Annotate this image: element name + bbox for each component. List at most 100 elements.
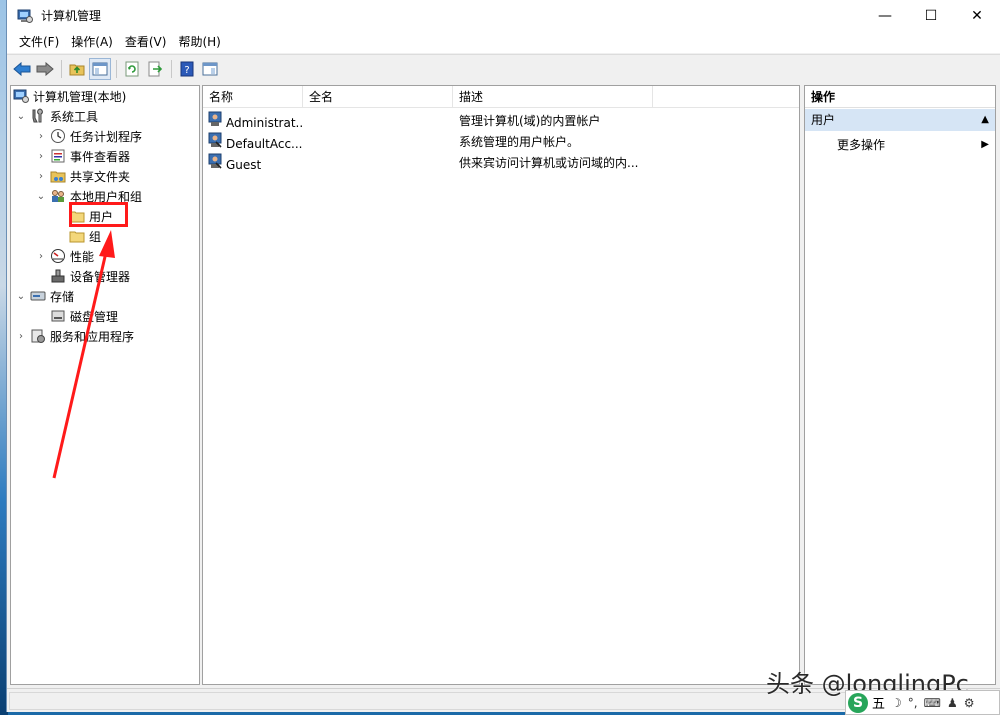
refresh-icon [125, 61, 139, 76]
ime-moon-icon[interactable]: ☽ [891, 696, 902, 710]
svg-text:?: ? [184, 65, 189, 76]
description-cell: 供来宾访问计算机或访问域的内... [459, 155, 639, 170]
shared-folder-icon [50, 168, 66, 184]
chevron-right-icon[interactable]: › [35, 250, 47, 262]
user-list: 名称 全名 描述 Administrat... 管理计算机(域)的内置帐户 De… [202, 85, 800, 685]
tree-item-disk-management[interactable]: 磁盘管理 [50, 306, 118, 326]
chevron-down-icon[interactable]: ⌄ [35, 190, 47, 202]
storage-icon [30, 288, 46, 304]
tree-item-system-tools[interactable]: ⌄ 系统工具 [15, 106, 98, 126]
computer-management-icon [13, 88, 29, 104]
disk-icon [50, 308, 66, 324]
action-pane-icon [202, 62, 218, 75]
help-icon: ? [180, 61, 194, 76]
chevron-right-icon[interactable]: › [35, 150, 47, 162]
ime-keyboard-icon[interactable]: ⌨ [924, 696, 941, 710]
ime-settings-icon[interactable]: ⚙ [964, 696, 975, 710]
chevron-right-icon[interactable]: › [15, 330, 27, 342]
menu-view[interactable]: 查看(V) [119, 31, 173, 53]
tree-item-performance[interactable]: › 性能 [35, 246, 94, 266]
tree-label: 共享文件夹 [70, 169, 131, 184]
folder-icon [69, 208, 85, 224]
tree-item-users[interactable]: 用户 [69, 206, 113, 226]
list-header: 名称 全名 描述 [203, 86, 799, 108]
maximize-button[interactable]: ☐ [908, 0, 954, 31]
minimize-button[interactable]: — [862, 0, 908, 31]
column-description[interactable]: 描述 [453, 86, 653, 108]
window-controls: — ☐ ✕ [862, 0, 1000, 31]
toolbar-separator [171, 59, 172, 78]
table-row[interactable]: Guest 供来宾访问计算机或访问域的内... [203, 152, 799, 172]
ime-logo-icon[interactable]: S [848, 692, 868, 713]
tree-label: 计算机管理(本地) [33, 89, 127, 104]
user-name-cell: Guest [203, 153, 303, 172]
forward-arrow-icon [36, 61, 54, 76]
tree-item-storage[interactable]: ⌄ 存储 [15, 286, 74, 306]
tree-item-computer-management[interactable]: 计算机管理(本地) [13, 86, 126, 106]
tree-label: 服务和应用程序 [50, 329, 135, 344]
user-icon [207, 153, 223, 169]
tree-item-shared-folders[interactable]: › 共享文件夹 [35, 166, 130, 186]
ime-user-icon[interactable]: ♟ [947, 696, 958, 710]
users-group-icon [50, 188, 66, 204]
services-icon [30, 328, 46, 344]
menu-action[interactable]: 操作(A) [65, 31, 119, 53]
close-button[interactable]: ✕ [954, 0, 1000, 31]
chevron-right-icon[interactable]: › [35, 130, 47, 142]
tree-label: 事件查看器 [70, 149, 131, 164]
event-viewer-icon [50, 148, 66, 164]
forward-button[interactable] [34, 58, 56, 80]
user-name-cell: Administrat... [203, 111, 303, 130]
column-full-name[interactable]: 全名 [303, 86, 453, 108]
tree-label: 系统工具 [50, 109, 99, 124]
more-actions-item[interactable]: 更多操作 ▶ [805, 134, 995, 156]
back-button[interactable] [11, 58, 33, 80]
ime-toolbar[interactable]: S 五 ☽ °, ⌨ ♟ ⚙ [845, 690, 1000, 715]
tree-item-device-manager[interactable]: 设备管理器 [50, 266, 130, 286]
action-pane-title: 操作 [805, 86, 995, 108]
help-button[interactable]: ? [176, 58, 198, 80]
computer-management-window: 计算机管理 — ☐ ✕ 文件(F) 操作(A) 查看(V) 帮助(H) ? 计算… [6, 0, 1000, 712]
export-list-button[interactable] [144, 58, 166, 80]
ime-mode[interactable]: 五 [872, 693, 885, 712]
chevron-down-icon[interactable]: ⌄ [15, 110, 27, 122]
tree-item-services-apps[interactable]: › 服务和应用程序 [15, 326, 134, 346]
title-bar[interactable]: 计算机管理 — ☐ ✕ [7, 0, 1000, 31]
tree-item-task-scheduler[interactable]: › 任务计划程序 [35, 126, 142, 146]
show-hide-console-tree-button[interactable] [89, 57, 111, 80]
table-row[interactable]: Administrat... 管理计算机(域)的内置帐户 [203, 110, 799, 130]
column-name[interactable]: 名称 [203, 86, 303, 108]
folder-up-icon [69, 64, 85, 75]
tree-label: 设备管理器 [70, 269, 131, 284]
up-level-button[interactable] [66, 58, 88, 80]
console-tree-icon [92, 62, 108, 75]
tree-label: 性能 [70, 249, 95, 264]
action-pane: 操作 用户 ▲ 更多操作 ▶ [804, 85, 996, 685]
chevron-down-icon[interactable]: ⌄ [15, 290, 27, 302]
tree-item-local-users-groups[interactable]: ⌄ 本地用户和组 [35, 186, 142, 206]
collapse-up-icon[interactable]: ▲ [981, 109, 989, 131]
action-group-users[interactable]: 用户 ▲ [805, 109, 995, 131]
ime-punctuation-icon[interactable]: °, [908, 696, 918, 710]
computer-management-icon [17, 8, 33, 24]
tree-label: 组 [89, 229, 102, 244]
table-row[interactable]: DefaultAcc... 系统管理的用户帐户。 [203, 131, 799, 151]
performance-gauge-icon [50, 248, 66, 264]
tree-item-event-viewer[interactable]: › 事件查看器 [35, 146, 130, 166]
back-arrow-icon [13, 61, 31, 76]
toolbar-separator [116, 59, 117, 78]
description-cell: 系统管理的用户帐户。 [459, 134, 580, 149]
toolbar-separator [61, 59, 62, 78]
submenu-arrow-icon: ▶ [981, 139, 989, 150]
tree-item-groups[interactable]: 组 [69, 226, 101, 246]
chevron-right-icon[interactable]: › [35, 170, 47, 182]
tree-label: 用户 [89, 209, 114, 224]
refresh-button[interactable] [121, 58, 143, 80]
menu-help[interactable]: 帮助(H) [172, 31, 226, 53]
show-hide-action-pane-button[interactable] [199, 58, 221, 80]
tree-label: 任务计划程序 [70, 129, 143, 144]
menu-bar: 文件(F) 操作(A) 查看(V) 帮助(H) [7, 31, 1000, 53]
menu-file[interactable]: 文件(F) [13, 31, 65, 53]
tree-label: 本地用户和组 [70, 189, 143, 204]
window-title: 计算机管理 [41, 9, 102, 23]
